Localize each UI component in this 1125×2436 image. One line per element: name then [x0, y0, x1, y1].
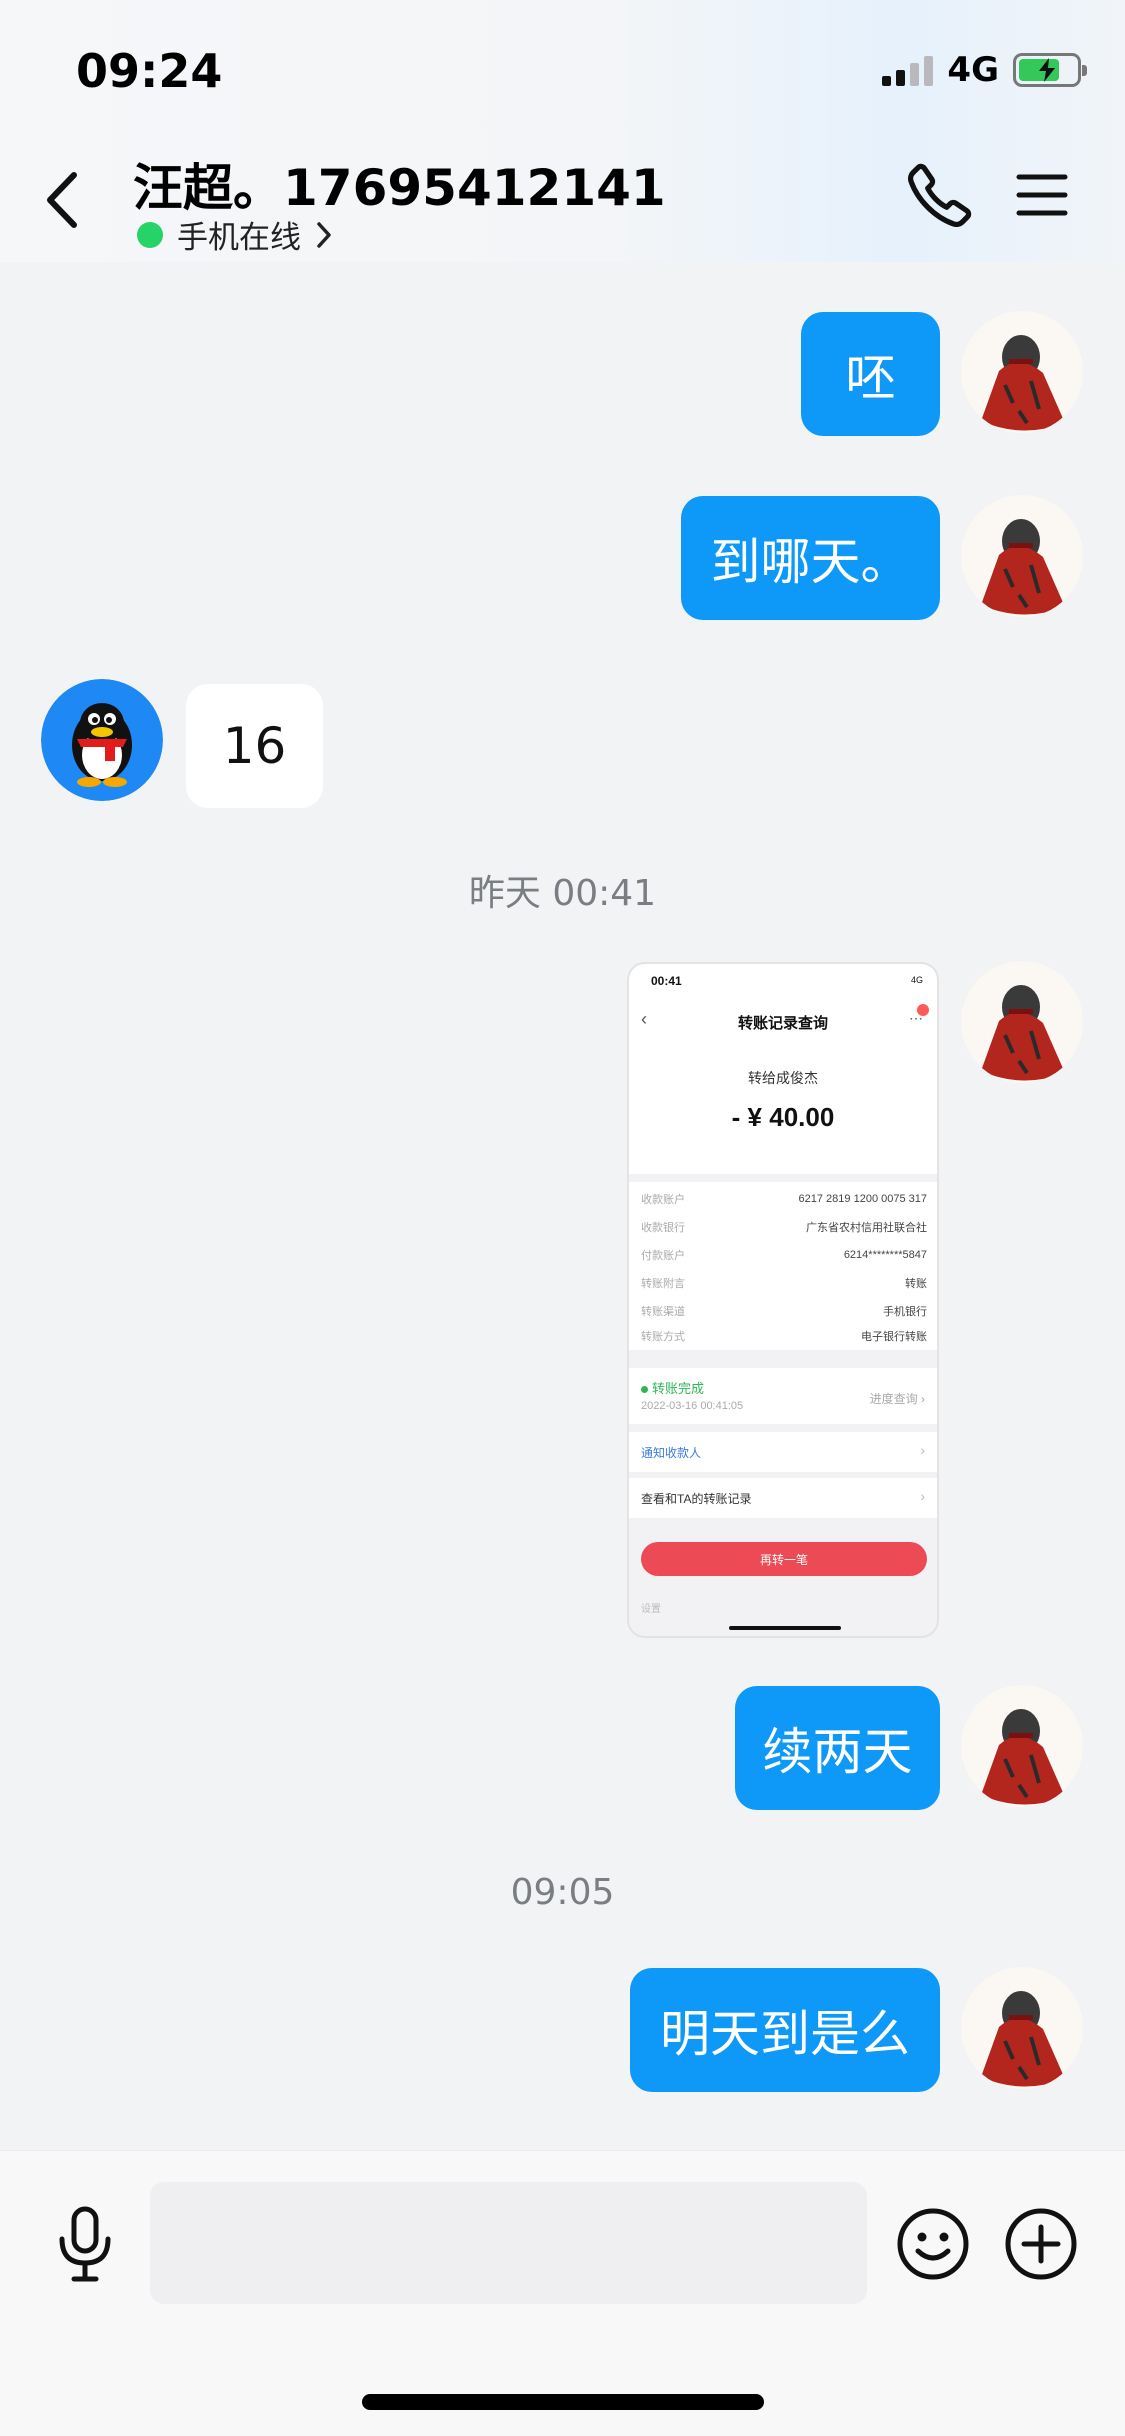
screenshot-title: 转账记录查询 [737, 1015, 828, 1032]
status-indicators: 4G [882, 48, 1087, 92]
screenshot-detail-row: 转账方式 电子银行转账 [629, 1322, 937, 1350]
menu-icon[interactable] [1015, 170, 1069, 220]
chat-screen: 09:24 4G 汪超。17695412141 手机在线 呸 到哪天。 16 昨… [0, 0, 1125, 2436]
chevron-right-icon [317, 221, 331, 248]
screenshot-details: 收款账户 6217 2819 1200 0075 317 收款银行 广东省农村信用社… [629, 1182, 937, 1332]
time-separator: 昨天 00:41 [468, 873, 657, 914]
time-separator: 09:05 [510, 1872, 615, 1913]
battery-icon [1013, 53, 1087, 87]
home-indicator[interactable] [362, 2394, 764, 2410]
screenshot-badge [917, 1004, 929, 1016]
message-bubble-outgoing[interactable]: 续两天 [735, 1686, 940, 1810]
screenshot-network: 4G [910, 975, 923, 985]
user-avatar[interactable] [961, 495, 1083, 617]
message-bubble-incoming[interactable]: 16 [186, 684, 323, 808]
user-avatar[interactable] [961, 311, 1083, 433]
screenshot-detail-row: 收款银行 广东省农村信用社联合社 [641, 1222, 927, 1234]
screenshot-detail-row: 付款账户 6214********5847 [641, 1249, 927, 1262]
online-dot-icon [137, 221, 163, 248]
screenshot-footer-text: 设置 [641, 1604, 661, 1615]
screenshot-nav: ‹ 转账记录查询 ⋯ [629, 996, 937, 1044]
contact-name[interactable]: 汪超。17695412141 [133, 148, 666, 220]
presence-text: 手机在线 [177, 220, 301, 256]
screenshot-detail-row: 转账附言 转账 [641, 1278, 927, 1290]
image-message[interactable]: 00:41 4G ‹ 转账记录查询 ⋯ 转给成俊杰 - ¥ 40.00 收款账户… [627, 962, 939, 1638]
presence-status[interactable]: 手机在线 [137, 212, 333, 257]
screenshot-progress-link: 进度查询 › [869, 1392, 925, 1406]
screenshot-transfer-again-button: 再转一笔 [641, 1542, 927, 1576]
screenshot-payee: 转给成俊杰 [748, 1070, 818, 1086]
message-bubble-outgoing[interactable]: 明天到是么 [630, 1968, 940, 2092]
status-time: 09:24 [76, 44, 223, 98]
screenshot-time: 00:41 [651, 974, 682, 988]
message-bubble-outgoing[interactable]: 到哪天。 [681, 496, 940, 620]
phone-icon[interactable] [905, 160, 975, 230]
screenshot-status-card: 转账完成 2022-03-16 00:41:05 进度查询 › [629, 1368, 937, 1424]
user-avatar[interactable] [961, 961, 1083, 1083]
signal-icon [882, 54, 934, 86]
screenshot-detail-row: 收款账户 6217 2819 1200 0075 317 [641, 1193, 927, 1206]
qq-penguin-avatar[interactable] [41, 679, 163, 801]
screenshot-status: 转账完成 [641, 1378, 704, 1397]
emoji-icon[interactable] [896, 2207, 970, 2281]
screenshot-status-time: 2022-03-16 00:41:05 [641, 1400, 744, 1412]
screenshot-amount: - ¥ 40.00 [731, 1102, 835, 1132]
back-icon[interactable] [40, 165, 90, 235]
microphone-icon[interactable] [50, 2205, 120, 2285]
message-bubble-outgoing[interactable]: 呸 [801, 312, 940, 436]
message-input[interactable] [150, 2182, 867, 2304]
network-label: 4G [947, 50, 999, 90]
screenshot-amount-card: 转给成俊杰 - ¥ 40.00 [629, 1044, 937, 1174]
screenshot-status-bar: 00:41 4G [629, 964, 937, 996]
user-avatar[interactable] [961, 1685, 1083, 1807]
plus-icon[interactable] [1004, 2207, 1078, 2281]
screenshot-detail-row: 转账渠道 手机银行 [641, 1306, 927, 1318]
screenshot-home-indicator [729, 1626, 841, 1630]
screenshot-notify-row: 通知收款人 › [629, 1432, 937, 1472]
screenshot-history-row: 查看和TA的转账记录 › [629, 1478, 937, 1518]
chat-header: 09:24 4G 汪超。17695412141 手机在线 [0, 0, 1125, 262]
user-avatar[interactable] [961, 1967, 1083, 2089]
